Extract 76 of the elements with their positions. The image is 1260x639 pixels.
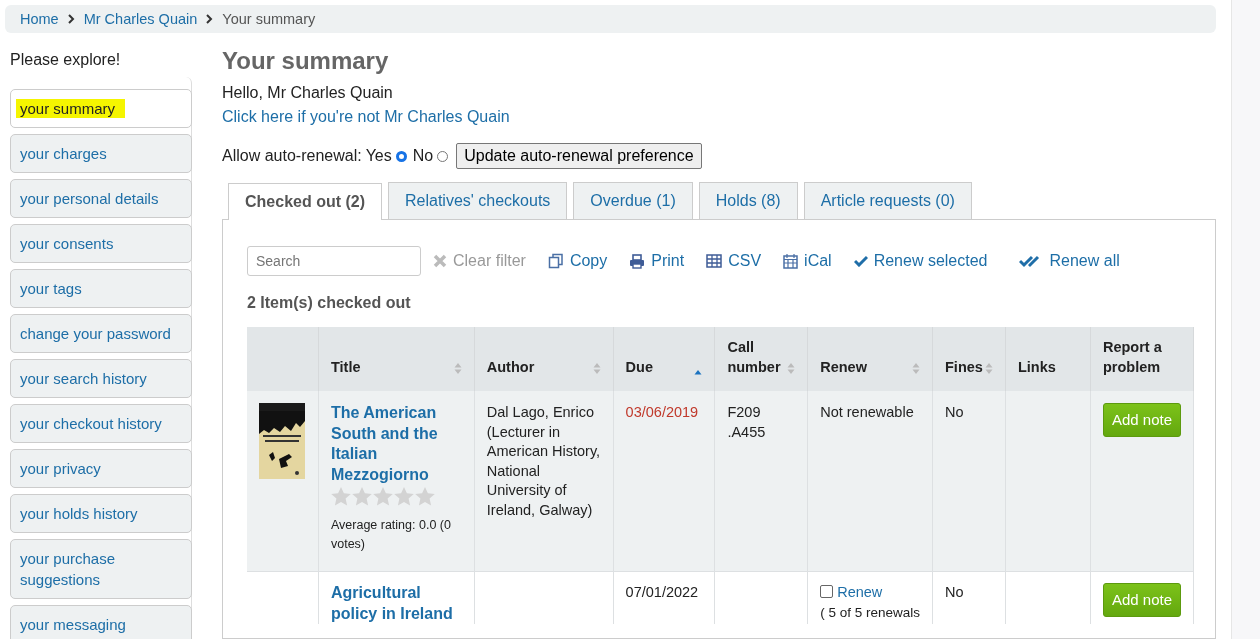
search-field[interactable]: Search	[247, 246, 421, 276]
column-header[interactable]: Title	[318, 327, 475, 391]
fines-text: No	[945, 584, 964, 600]
title-link[interactable]: Agricultural policy in Ireland	[330, 583, 462, 624]
sidebar-item[interactable]: your checkout history	[10, 404, 192, 443]
column-header[interactable]: Call number	[714, 327, 808, 391]
not-you-link[interactable]: Click here if you're not Mr Charles Quain	[222, 105, 510, 129]
sidebar-heading: Please explore!	[10, 51, 122, 69]
fines-text: No	[945, 404, 964, 420]
chevron-icon	[206, 14, 214, 24]
breadcrumb-current: Your summary	[222, 11, 316, 27]
greeting-text: Hello, Mr Charles Quain	[222, 83, 394, 103]
sidebar-item[interactable]: your personal details	[10, 179, 192, 218]
option-label: Yes	[365, 147, 392, 165]
breadcrumb-link[interactable]: Mr Charles Quain	[83, 11, 198, 27]
auto-renewal-label: Allow auto-renewal:	[222, 147, 362, 165]
sidebar-item[interactable]: your tags	[10, 269, 192, 308]
star-rating[interactable]	[330, 487, 435, 506]
sort-icon	[453, 362, 462, 375]
sidebar-item[interactable]: your consents	[10, 224, 192, 263]
calendar-icon	[783, 253, 799, 269]
toolbar-link[interactable]: CSV	[706, 252, 762, 270]
tab[interactable]: Relatives' checkouts	[388, 182, 568, 219]
column-header: Report a problem	[1090, 327, 1194, 391]
author-text: Dal Lago, Enrico (Lecturer in American History, National University of Ireland, Galway)	[486, 404, 601, 518]
call-number: F209 .A455	[727, 404, 766, 440]
add-note-button[interactable]: Add note	[1102, 583, 1181, 617]
add-note-button[interactable]: Add note	[1102, 403, 1181, 437]
column-header[interactable]: Author	[474, 327, 614, 391]
checkmark-icon	[853, 255, 868, 267]
toolbar-link[interactable]: Renew all	[1019, 252, 1120, 270]
sort-icon	[984, 362, 993, 375]
renew-checkbox[interactable]	[820, 585, 834, 598]
sort-ascending-icon	[694, 370, 703, 375]
column-header[interactable]: Due	[613, 327, 715, 391]
toolbar-link[interactable]: Clear filter	[433, 252, 526, 270]
renewals-count: ( 5 of 5 renewals	[820, 603, 920, 622]
column-header[interactable]: Fines	[932, 327, 1006, 391]
sidebar-item[interactable]: your summary	[10, 89, 192, 128]
tab[interactable]: Overdue (1)	[573, 182, 693, 219]
chevron-icon	[67, 14, 75, 24]
close-icon	[433, 254, 447, 268]
table-icon	[706, 254, 723, 268]
update-button[interactable]: Update auto-renewal preference	[456, 143, 702, 169]
copy-icon	[547, 253, 564, 269]
sidebar-item[interactable]: your purchase suggestions	[10, 539, 192, 599]
sidebar-item[interactable]: your charges	[10, 134, 192, 173]
tab[interactable]: Checked out (2)	[228, 183, 382, 220]
tab[interactable]: Holds (8)	[698, 182, 798, 219]
toolbar-link[interactable]: Renew selected	[853, 252, 988, 270]
column-header[interactable]: Renew	[807, 327, 933, 391]
rating-text: Average rating: 0.0 (0 votes)	[330, 516, 452, 553]
sidebar-item[interactable]: your search history	[10, 359, 192, 398]
items-count: 2 Item(s) checked out	[247, 294, 412, 312]
column-header: Links	[1005, 327, 1091, 391]
sort-icon	[592, 362, 601, 375]
tab[interactable]: Article requests (0)	[803, 182, 972, 219]
sort-icon	[912, 362, 920, 375]
toolbar-link[interactable]: Print	[629, 252, 685, 270]
toolbar-link[interactable]: iCal	[783, 252, 832, 270]
printer-icon	[629, 253, 646, 269]
sidebar-item[interactable]: your messaging	[10, 605, 192, 639]
renew-link[interactable]: Renew	[837, 584, 883, 600]
radio-button[interactable]	[395, 150, 407, 162]
title-link[interactable]: The American South and the Italian Mezzogiorno	[330, 403, 462, 485]
sidebar-item[interactable]: change your password	[10, 314, 192, 353]
renew-status: Not renewable	[820, 404, 914, 420]
toolbar-link[interactable]: Copy	[547, 252, 608, 270]
sidebar-item[interactable]: your privacy	[10, 449, 192, 488]
breadcrumb-link[interactable]: Home	[20, 11, 59, 27]
due-date: 03/06/2019	[625, 404, 699, 420]
sort-icon	[787, 362, 796, 375]
option-label: No	[412, 147, 434, 165]
due-date: 07/01/2022	[625, 584, 699, 600]
sidebar-item[interactable]: your holds history	[10, 494, 192, 533]
page-title: Your summary	[222, 47, 390, 75]
